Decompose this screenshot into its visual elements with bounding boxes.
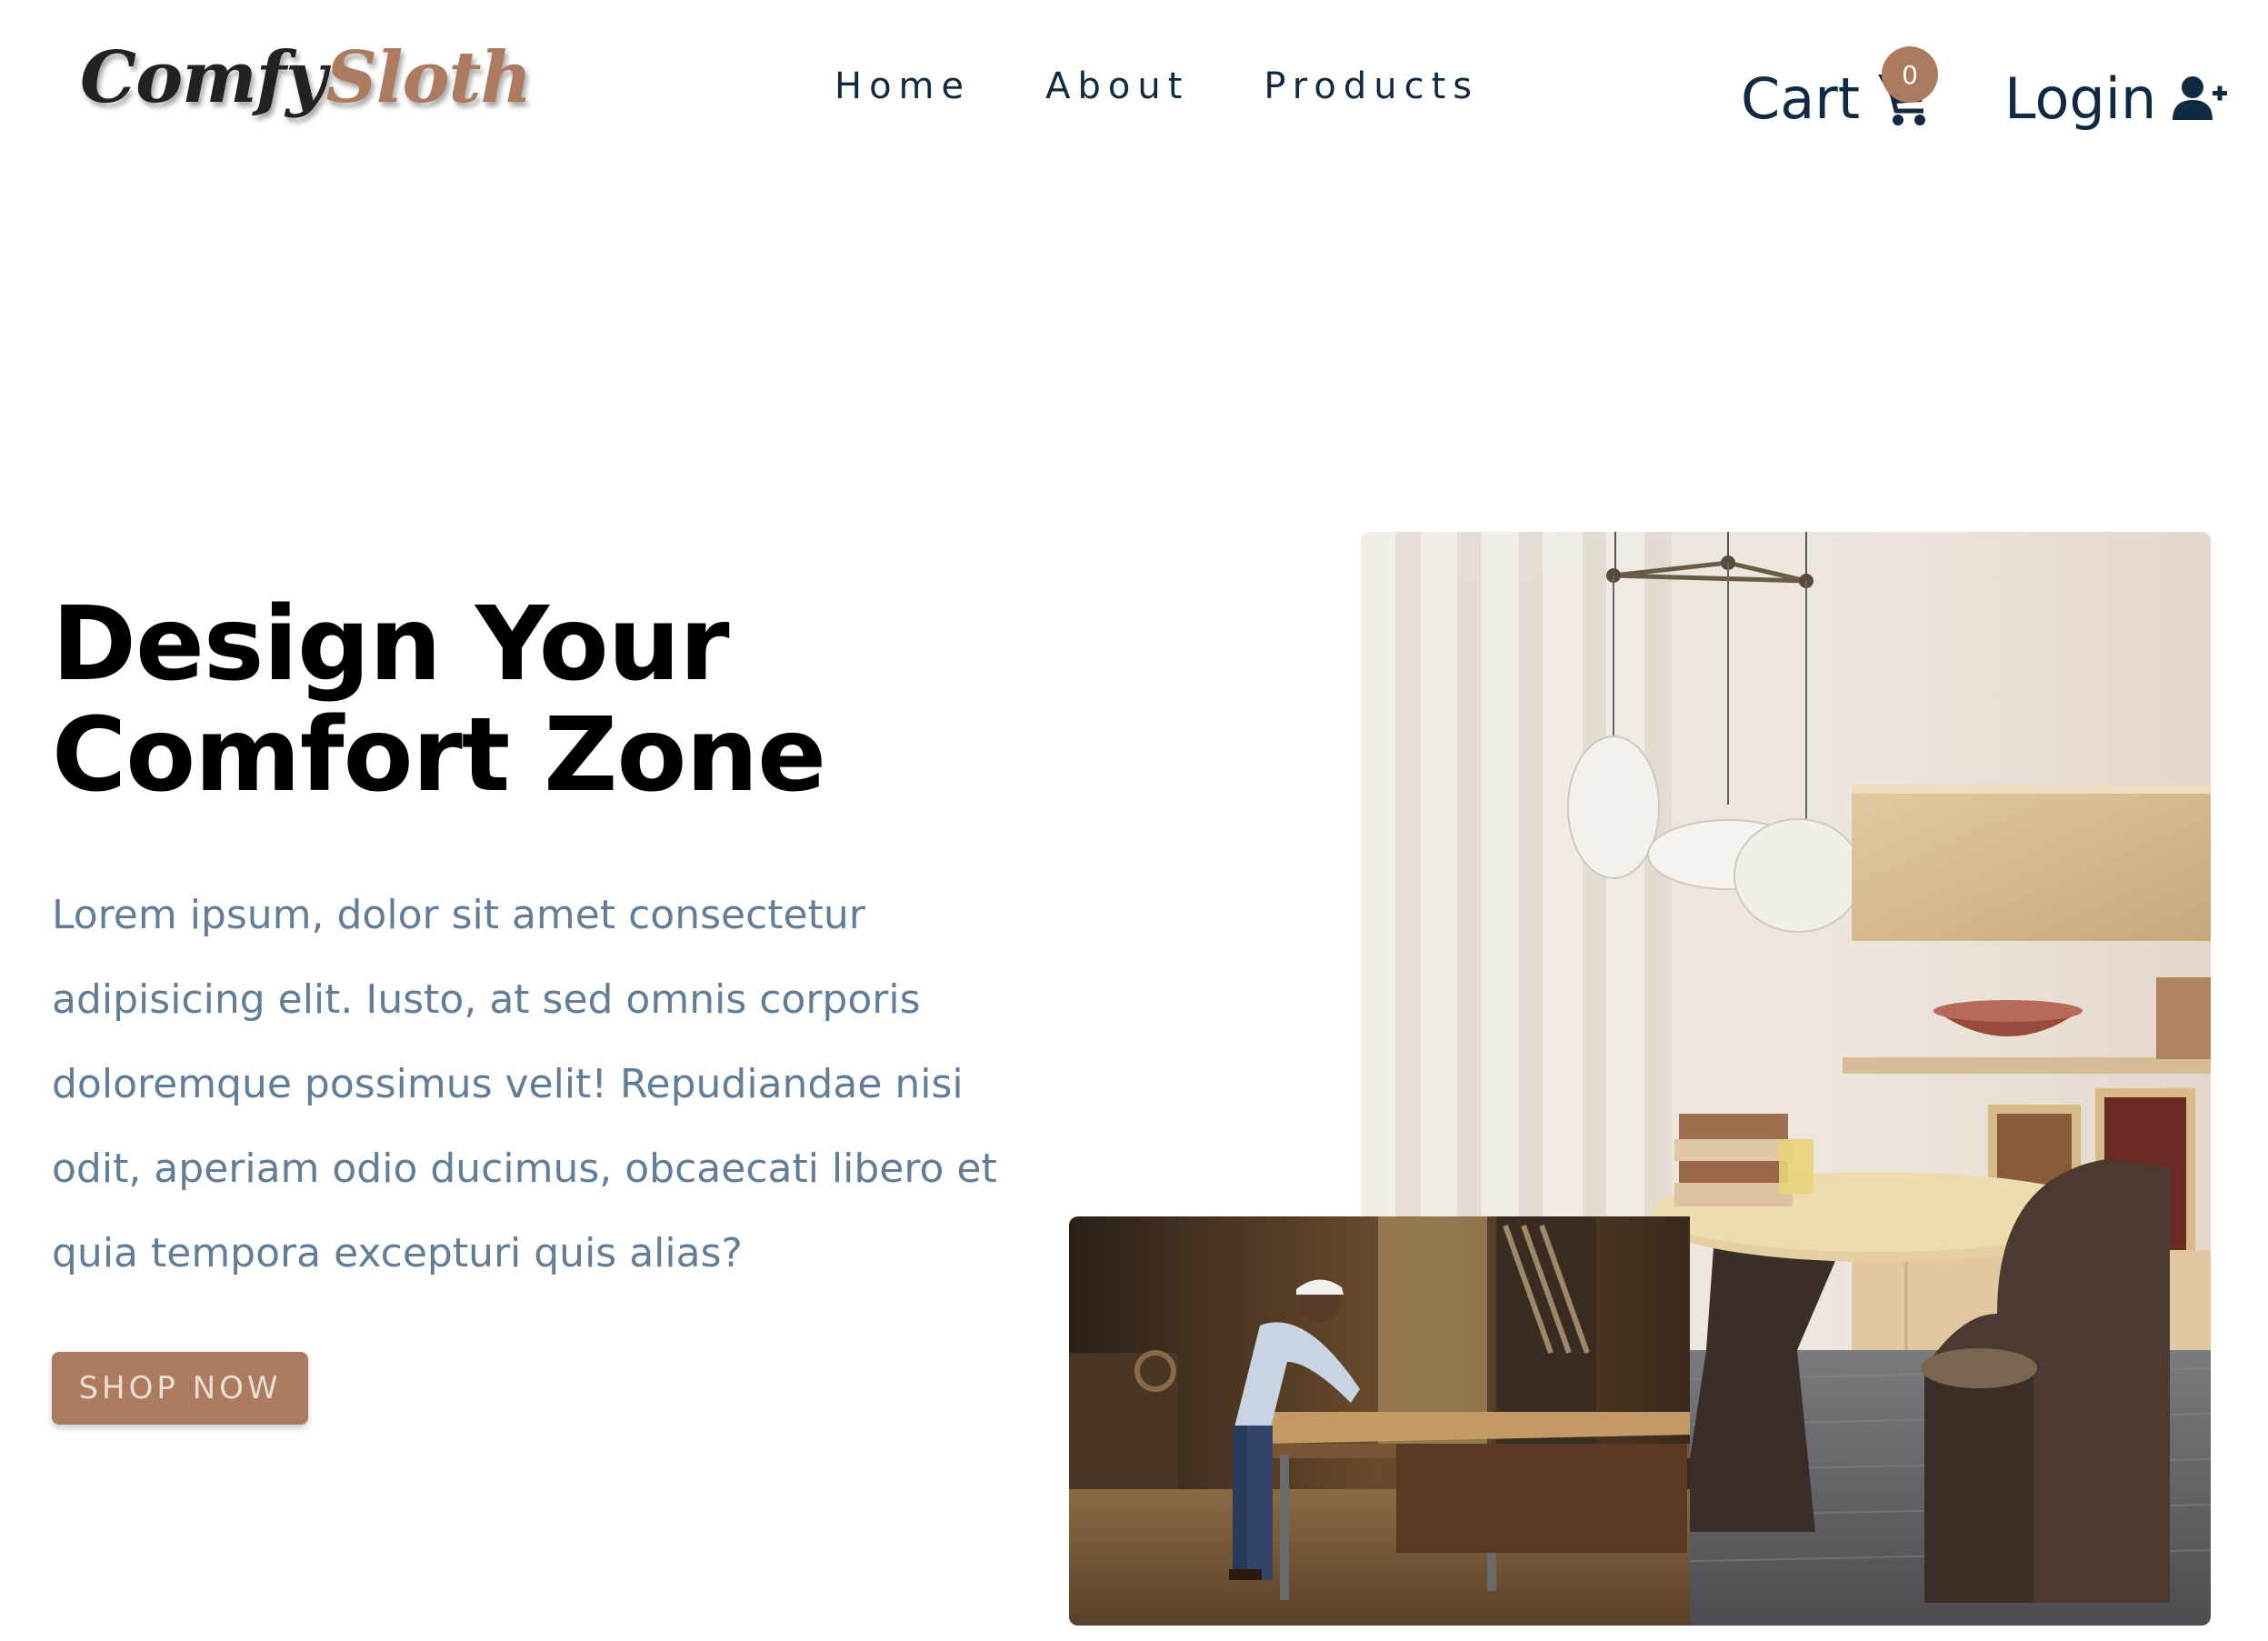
nav-link-home[interactable]: Home (834, 65, 971, 107)
nav-link-about[interactable]: About (1045, 65, 1189, 107)
nav-links: Home About Products (834, 65, 1479, 107)
navbar: ComfySloth Home About Products Cart 0 Lo… (0, 0, 2268, 182)
logo-part-comfy: Comfy (80, 36, 327, 119)
cart-label: Cart (1741, 65, 1861, 132)
cart-count-badge: 0 (1882, 46, 1938, 103)
hero-accent-image (1069, 1216, 1690, 1626)
nav-link-products[interactable]: Products (1264, 65, 1479, 107)
comfy-sloth-logo[interactable]: ComfySloth (80, 36, 533, 119)
hero-title: Design Your Comfort Zone (52, 589, 1052, 811)
hero-title-line-1: Design Your (52, 585, 730, 704)
hero-description: Lorem ipsum, dolor sit amet consectetur … (52, 892, 997, 1276)
login-label: Login (2004, 65, 2157, 132)
logo-part-sloth: Sloth (325, 36, 533, 119)
hero-title-line-2: Comfort Zone (52, 696, 826, 815)
shop-now-button[interactable]: SHOP NOW (52, 1352, 308, 1425)
user-plus-icon (2173, 75, 2228, 124)
login-button[interactable]: Login (2004, 65, 2228, 132)
